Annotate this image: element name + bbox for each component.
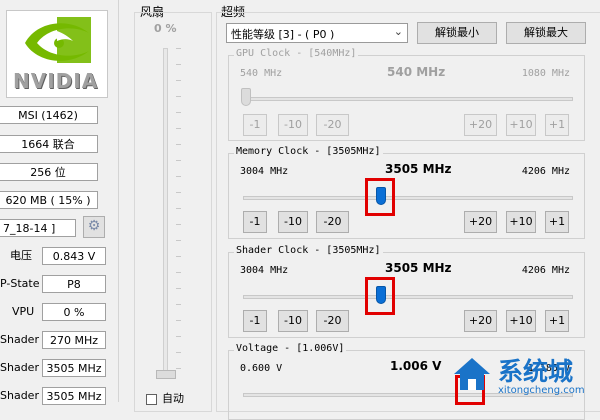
gpu-clock-minus1-button[interactable]: -1 (243, 114, 267, 136)
shader-clock-plus10-button[interactable]: +10 (506, 310, 536, 332)
fan-auto-checkbox[interactable] (146, 394, 157, 405)
shader-clock-min: 3004 MHz (240, 265, 289, 276)
fan-slider-thumb[interactable] (156, 370, 176, 379)
memory-clock-group: Memory Clock - [3505MHz] 3004 MHz 3505 M… (228, 146, 585, 239)
nvidia-eye-icon (25, 17, 91, 63)
shader-clock-highlight (365, 277, 395, 315)
shader-clock-minus10-button[interactable]: -10 (278, 310, 308, 332)
shader-clock-track[interactable] (243, 295, 573, 299)
memory-usage-field: 620 MB ( 15% ) (0, 191, 98, 209)
unlock-max-button[interactable]: 解锁最大 (506, 22, 586, 44)
gpu-clock-plus1-button[interactable]: +1 (545, 114, 569, 136)
gear-button[interactable]: ⚙ (83, 216, 105, 238)
voltage-min: 0.600 V (240, 363, 283, 374)
voltage-field: 0.843 V (42, 247, 106, 265)
shader3-label: Shader (0, 389, 39, 402)
shader-clock-plus1-button[interactable]: +1 (545, 310, 569, 332)
memory-clock-minus10-button[interactable]: -10 (278, 211, 308, 233)
memory-clock-highlight (365, 178, 395, 216)
watermark-house-icon (454, 358, 490, 390)
shader-clock-max: 4206 MHz (521, 265, 570, 276)
vpu-label: VPU (12, 305, 35, 318)
shader1-field: 270 MHz (42, 331, 106, 349)
logo-brand-text: NVIDIA (13, 69, 99, 93)
left-divider (118, 0, 119, 402)
pstate-field: P8 (42, 275, 106, 293)
voltage-title: Voltage - [1.006V] (234, 343, 347, 354)
vendor-field: MSI (1462) (0, 106, 98, 124)
shader1-label: Shader (0, 333, 39, 346)
memory-clock-plus20-button[interactable]: +20 (464, 211, 497, 233)
gear-icon: ⚙ (87, 218, 101, 234)
memory-clock-track[interactable] (243, 196, 573, 200)
fan-percent: 0 % (154, 22, 177, 35)
shader-clock-plus20-button[interactable]: +20 (464, 310, 497, 332)
unlock-min-button[interactable]: 解锁最小 (417, 22, 497, 44)
fan-group (134, 12, 212, 412)
shader-clock-minus20-button[interactable]: -20 (316, 310, 349, 332)
gpu-clock-minus20-button[interactable]: -20 (316, 114, 349, 136)
gpu-clock-plus20-button[interactable]: +20 (464, 114, 497, 136)
gpu-clock-thumb[interactable] (241, 88, 251, 106)
gpu-clock-title: GPU Clock - [540MHz] (234, 48, 359, 59)
shader-clock-minus1-button[interactable]: -1 (243, 310, 267, 332)
watermark-url: xitongcheng.com (498, 385, 585, 396)
shader-clock-group: Shader Clock - [3505MHz] 3004 MHz 3505 M… (228, 245, 585, 338)
watermark-text: 系统城 (498, 357, 574, 386)
memory-clock-title: Memory Clock - [3505MHz] (234, 146, 383, 157)
bus-width-field: 256 位 (0, 163, 98, 181)
fan-slider-ticks (176, 48, 181, 378)
driver-date-field: 7_18-14 ] (0, 219, 76, 237)
gpu-clock-track[interactable] (243, 97, 573, 101)
perf-level-select[interactable]: 性能等级 [3] - ( P0 ) ⌄ (226, 23, 408, 43)
shader-clock-title: Shader Clock - [3505MHz] (234, 245, 383, 256)
memory-clock-plus1-button[interactable]: +1 (545, 211, 569, 233)
fan-slider-track[interactable] (163, 48, 168, 378)
nvidia-logo: NVIDIA (6, 10, 108, 98)
memory-clock-current: 3505 MHz (385, 162, 452, 176)
fan-auto-label: 自动 (162, 392, 184, 405)
memory-clock-max: 4206 MHz (521, 166, 570, 177)
shader2-field: 3505 MHz (42, 359, 106, 377)
shaders-field: 1664 联合 (0, 135, 98, 153)
voltage-label: 电压 (10, 249, 32, 262)
gpu-clock-current: 540 MHz (387, 65, 446, 79)
chevron-down-icon: ⌄ (393, 25, 403, 38)
gpu-clock-group: GPU Clock - [540MHz] 540 MHz 540 MHz 108… (228, 48, 585, 141)
memory-clock-plus10-button[interactable]: +10 (506, 211, 536, 233)
gpu-clock-plus10-button[interactable]: +10 (506, 114, 536, 136)
shader2-label: Shader (0, 361, 39, 374)
gpu-clock-max: 1080 MHz (521, 68, 570, 79)
shader3-field: 3505 MHz (42, 387, 106, 405)
pstate-label: P-State (0, 277, 40, 290)
vpu-field: 0 % (42, 303, 106, 321)
voltage-current: 1.006 V (390, 359, 442, 373)
memory-clock-minus20-button[interactable]: -20 (316, 211, 349, 233)
memory-clock-minus1-button[interactable]: -1 (243, 211, 267, 233)
shader-clock-current: 3505 MHz (385, 261, 452, 275)
perf-level-value: 性能等级 [3] - ( P0 ) (231, 28, 335, 41)
gpu-clock-minus10-button[interactable]: -10 (278, 114, 308, 136)
gpu-clock-min: 540 MHz (240, 68, 283, 79)
memory-clock-min: 3004 MHz (240, 166, 289, 177)
watermark: 系统城 xitongcheng.com (450, 348, 600, 402)
